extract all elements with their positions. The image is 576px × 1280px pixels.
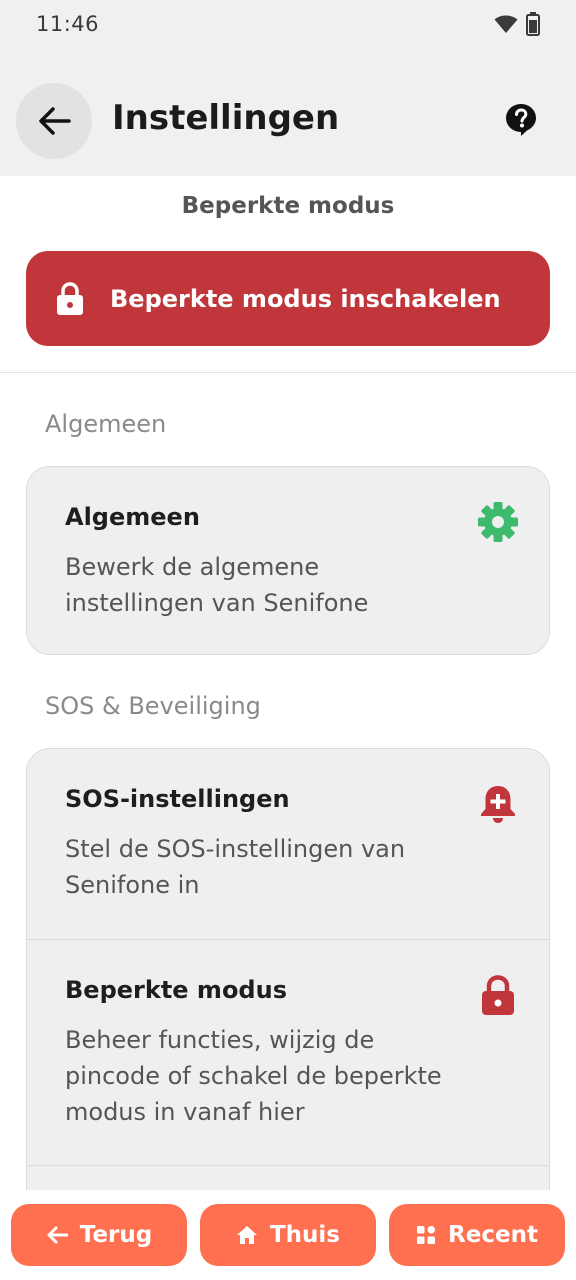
- gear-icon: [478, 502, 518, 542]
- divider: [0, 372, 576, 373]
- lock-icon: [482, 975, 514, 1015]
- app-bar: Instellingen: [0, 48, 576, 176]
- nav-back-button[interactable]: Terug: [11, 1204, 187, 1266]
- settings-item-general[interactable]: Algemeen Bewerk de algemene instellingen…: [27, 467, 549, 621]
- general-settings-card: Algemeen Bewerk de algemene instellingen…: [26, 466, 550, 655]
- settings-item-description: Stel de SOS-instellingen van Senifone in: [65, 835, 406, 899]
- help-button[interactable]: [504, 103, 538, 137]
- apps-grid-icon: [417, 1226, 436, 1244]
- bell-plus-icon: [481, 786, 515, 823]
- nav-home-button[interactable]: Thuis: [200, 1204, 376, 1266]
- settings-item-title: SOS-instellingen: [65, 785, 290, 813]
- nav-recent-label: Recent: [448, 1222, 538, 1248]
- settings-item-restricted-mode[interactable]: Beperkte modus Beheer functies, wijzig d…: [27, 939, 549, 1165]
- arrow-left-icon: [39, 107, 71, 135]
- home-icon: [236, 1226, 257, 1244]
- sos-security-card: SOS-instellingen Stel de SOS-instellinge…: [26, 748, 550, 1218]
- lock-icon: [57, 281, 83, 315]
- settings-item-description: Bewerk de algemene instellingen van Seni…: [65, 553, 369, 617]
- back-button[interactable]: [16, 83, 92, 159]
- nav-home-label: Thuis: [269, 1222, 340, 1248]
- bottom-navigation: Terug Thuis Recent: [0, 1190, 576, 1280]
- enable-restricted-mode-label: Beperkte modus inschakelen: [110, 284, 501, 313]
- settings-item-description: Beheer functies, wijzig de pincode of sc…: [65, 1026, 442, 1126]
- arrow-left-icon: [47, 1226, 68, 1244]
- enable-restricted-mode-button[interactable]: Beperkte modus inschakelen: [26, 251, 550, 346]
- page-title: Instellingen: [112, 98, 340, 138]
- settings-item-title: Beperkte modus: [65, 976, 287, 1004]
- settings-item-title: Algemeen: [65, 503, 200, 531]
- section-label-sos-security: SOS & Beveiliging: [45, 692, 261, 720]
- nav-back-label: Terug: [79, 1222, 153, 1248]
- settings-item-sos[interactable]: SOS-instellingen Stel de SOS-instellinge…: [27, 749, 549, 939]
- status-time: 11:46: [36, 12, 100, 36]
- wifi-icon: [494, 15, 518, 33]
- nav-recent-button[interactable]: Recent: [389, 1204, 565, 1266]
- battery-icon: [526, 12, 540, 36]
- restricted-mode-heading: Beperkte modus: [181, 193, 395, 219]
- section-label-general: Algemeen: [45, 410, 167, 438]
- status-icons: [494, 12, 540, 36]
- status-bar: 11:46: [0, 0, 576, 48]
- help-icon: [506, 104, 536, 136]
